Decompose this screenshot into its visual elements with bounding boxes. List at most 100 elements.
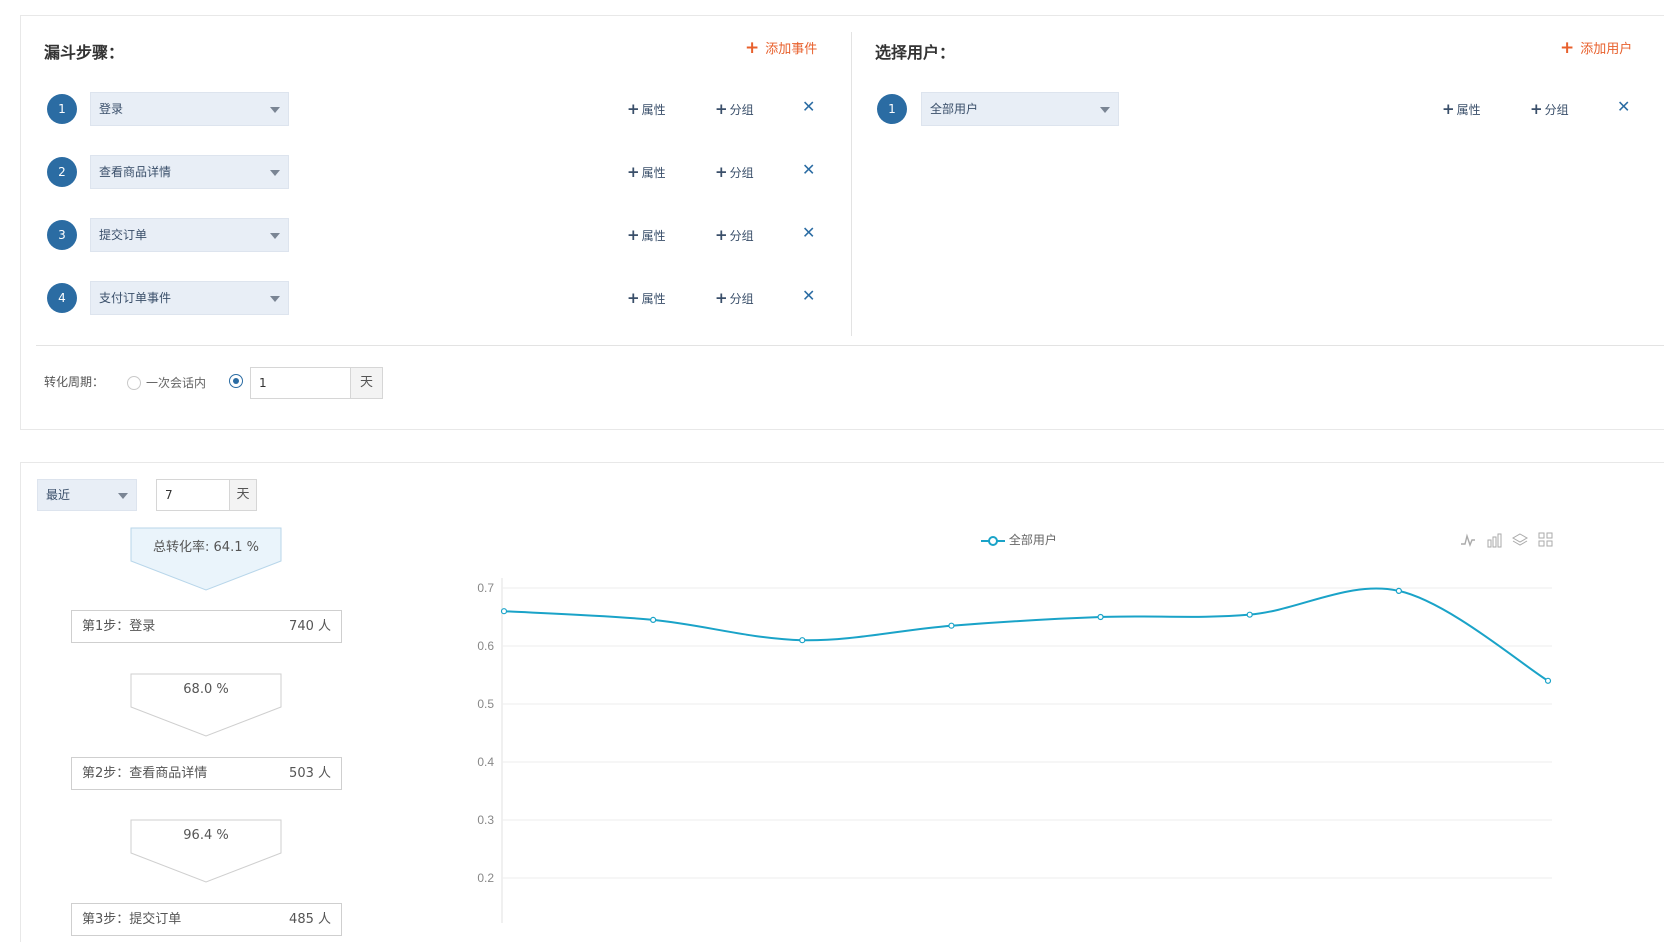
chevron-down-icon bbox=[270, 296, 280, 302]
legend-label: 全部用户 bbox=[1008, 533, 1057, 547]
step-number: 3 bbox=[47, 220, 77, 250]
result-step-1: 第1步：登录 740 人 bbox=[71, 610, 342, 643]
add-attribute-button[interactable]: + 属性 bbox=[627, 163, 666, 181]
add-event-button[interactable]: + 添加事件 bbox=[745, 38, 817, 58]
chevron-down-icon bbox=[270, 107, 280, 113]
plus-icon: + bbox=[1530, 100, 1543, 118]
line-chart-icon[interactable] bbox=[1460, 532, 1476, 552]
y-tick-label: 0.7 bbox=[477, 581, 494, 595]
attr-label: 属性 bbox=[641, 229, 666, 243]
range-select[interactable]: 最近 bbox=[37, 479, 137, 511]
close-icon[interactable]: ✕ bbox=[802, 97, 815, 116]
add-user-button[interactable]: + 添加用户 bbox=[1560, 38, 1632, 58]
plus-icon: + bbox=[1442, 100, 1455, 118]
add-attribute-button[interactable]: + 属性 bbox=[627, 100, 666, 118]
plus-icon: + bbox=[715, 289, 728, 307]
add-group-button[interactable]: + 分组 bbox=[715, 100, 754, 118]
data-point[interactable] bbox=[1097, 613, 1104, 621]
chevron-down-icon bbox=[270, 233, 280, 239]
result-step-count: 503 人 bbox=[289, 766, 331, 781]
close-icon[interactable]: ✕ bbox=[1617, 97, 1630, 116]
add-attribute-button[interactable]: + 属性 bbox=[627, 289, 666, 307]
result-step-label: 第3步：提交订单 bbox=[82, 912, 182, 927]
attr-label: 属性 bbox=[641, 166, 666, 180]
result-step-3: 第3步：提交订单 485 人 bbox=[71, 903, 342, 936]
user-number: 1 bbox=[877, 94, 907, 124]
close-icon[interactable]: ✕ bbox=[802, 223, 815, 242]
add-group-button[interactable]: + 分组 bbox=[715, 226, 754, 244]
result-step-label: 第2步：查看商品详情 bbox=[82, 766, 208, 781]
range-unit: 天 bbox=[229, 479, 257, 511]
event-select[interactable]: 查看商品详情 bbox=[90, 155, 289, 189]
days-radio[interactable] bbox=[229, 374, 243, 388]
event-select-value: 登录 bbox=[99, 102, 124, 116]
attr-label: 属性 bbox=[641, 292, 666, 306]
attr-label: 属性 bbox=[641, 103, 666, 117]
step-number: 4 bbox=[47, 283, 77, 313]
result-step-count: 740 人 bbox=[289, 619, 331, 634]
user-group-select[interactable]: 全部用户 bbox=[921, 92, 1119, 126]
data-point[interactable] bbox=[650, 616, 657, 624]
user-add-attribute-button[interactable]: + 属性 bbox=[1442, 100, 1481, 118]
event-select[interactable]: 登录 bbox=[90, 92, 289, 126]
bar-chart-icon[interactable] bbox=[1486, 532, 1502, 552]
step-rate-1: 68.0 % bbox=[183, 682, 229, 697]
y-tick-label: 0.3 bbox=[477, 813, 494, 827]
data-point[interactable] bbox=[948, 622, 955, 629]
attr-label: 属性 bbox=[1456, 103, 1481, 117]
group-label: 分组 bbox=[729, 166, 754, 180]
conversion-period-label: 转化周期： bbox=[44, 375, 105, 389]
add-attribute-button[interactable]: + 属性 bbox=[627, 226, 666, 244]
plus-icon: + bbox=[627, 100, 640, 118]
event-select-value: 支付订单事件 bbox=[99, 291, 172, 305]
grid-view-icon[interactable] bbox=[1538, 532, 1554, 552]
data-point[interactable] bbox=[799, 637, 806, 644]
legend-line-icon bbox=[981, 535, 1005, 546]
close-icon[interactable]: ✕ bbox=[802, 286, 815, 305]
group-label: 分组 bbox=[729, 103, 754, 117]
plus-icon: + bbox=[745, 38, 760, 58]
chart-legend[interactable]: 全部用户 bbox=[981, 531, 1057, 548]
user-row: 1 全部用户 + 属性 + 分组 ✕ bbox=[877, 92, 1657, 126]
add-group-button[interactable]: + 分组 bbox=[715, 163, 754, 181]
user-add-group-button[interactable]: + 分组 bbox=[1530, 100, 1569, 118]
range-days-input[interactable]: 7 bbox=[156, 479, 230, 511]
result-step-2: 第2步：查看商品详情 503 人 bbox=[71, 757, 342, 790]
range-select-value: 最近 bbox=[46, 488, 71, 502]
chevron-down-icon bbox=[270, 170, 280, 176]
add-group-button[interactable]: + 分组 bbox=[715, 289, 754, 307]
event-select-value: 查看商品详情 bbox=[99, 165, 172, 179]
event-select[interactable]: 支付订单事件 bbox=[90, 281, 289, 315]
step-number: 1 bbox=[47, 94, 77, 124]
funnel-steps-title: 漏斗步骤： bbox=[44, 43, 125, 62]
period-unit: 天 bbox=[350, 367, 383, 399]
step-number: 2 bbox=[47, 157, 77, 187]
funnel-step-row: 4 支付订单事件 + 属性 + 分组 ✕ bbox=[47, 281, 827, 315]
session-radio[interactable] bbox=[127, 376, 141, 390]
data-point[interactable] bbox=[500, 608, 508, 615]
group-label: 分组 bbox=[1544, 103, 1569, 117]
result-step-count: 485 人 bbox=[289, 912, 331, 927]
data-point[interactable] bbox=[1246, 611, 1253, 618]
total-rate-text: 总转化率: 64.1 % bbox=[153, 540, 259, 555]
period-days-input[interactable]: 1 bbox=[250, 367, 351, 399]
close-icon[interactable]: ✕ bbox=[802, 160, 815, 179]
add-event-label: 添加事件 bbox=[765, 42, 818, 57]
chevron-down-icon bbox=[118, 493, 128, 499]
add-user-label: 添加用户 bbox=[1580, 42, 1633, 57]
event-select[interactable]: 提交订单 bbox=[90, 218, 289, 252]
stack-icon[interactable] bbox=[1511, 532, 1529, 552]
vertical-divider bbox=[851, 32, 852, 336]
data-point[interactable] bbox=[1544, 677, 1552, 684]
plus-icon: + bbox=[715, 163, 728, 181]
chevron-down-icon bbox=[1100, 107, 1110, 113]
conversion-line-chart: 0.7 0.6 0.5 0.4 0.3 0.2 bbox=[477, 578, 1552, 923]
y-tick-label: 0.5 bbox=[477, 697, 494, 711]
funnel-step-row: 2 查看商品详情 + 属性 + 分组 ✕ bbox=[47, 155, 827, 189]
group-label: 分组 bbox=[729, 292, 754, 306]
plus-icon: + bbox=[627, 163, 640, 181]
data-point[interactable] bbox=[1395, 587, 1402, 594]
select-users-title: 选择用户： bbox=[875, 43, 956, 62]
step-rate-2: 96.4 % bbox=[183, 828, 229, 843]
plus-icon: + bbox=[1560, 38, 1575, 58]
